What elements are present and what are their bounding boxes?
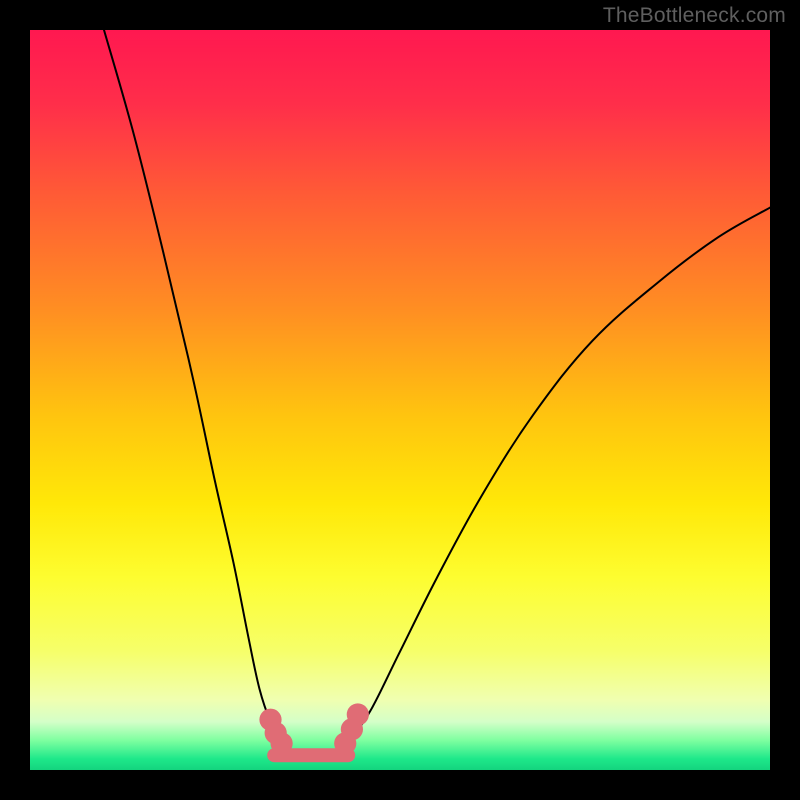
series-right-curve — [348, 208, 770, 743]
plot-area — [30, 30, 770, 770]
curves-layer — [30, 30, 770, 770]
chart-frame: TheBottleneck.com — [0, 0, 800, 800]
watermark-text: TheBottleneck.com — [603, 4, 786, 28]
series-left-curve — [104, 30, 282, 743]
bottom-band-marker-5 — [347, 703, 369, 725]
bottom-band-marker-2 — [271, 732, 293, 754]
